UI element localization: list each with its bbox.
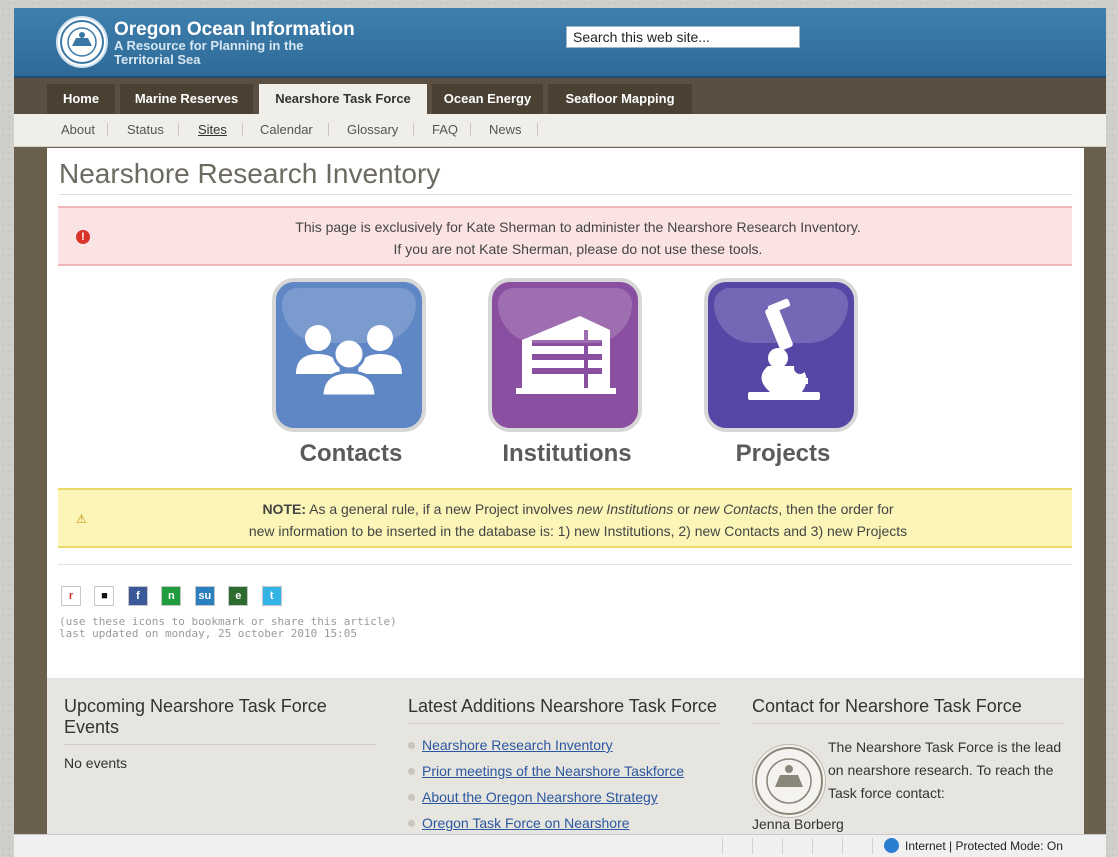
latest-column: Latest Additions Nearshore Task Force Ne…	[408, 696, 720, 836]
note-part-1: As a general rule, if a new Project invo…	[306, 501, 577, 517]
tab-nearshore-task-force[interactable]: Nearshore Task Force	[259, 84, 427, 114]
site-subtitle: A Resource for Planning in the Territori…	[114, 38, 304, 67]
note-line-2: new information to be inserted in the da…	[248, 523, 908, 539]
projects-tile-icon-box[interactable]	[704, 278, 858, 432]
main-nav: Home Marine Reserves Nearshore Task Forc…	[14, 78, 1106, 114]
share-icons: r ■ f n su e t	[61, 586, 291, 606]
contact-heading: Contact for Nearshore Task Force	[752, 696, 1064, 724]
contacts-tile[interactable]: Contacts	[272, 278, 430, 468]
contact-column: Contact for Nearshore Task Force The Nea…	[752, 696, 1064, 832]
tab-marine-reserves[interactable]: Marine Reserves	[120, 84, 253, 114]
building-icon	[516, 316, 616, 394]
warning-alert: ! This page is exclusively for Kate Sher…	[58, 206, 1072, 266]
page-title: Nearshore Research Inventory	[59, 158, 441, 189]
list-item: Oregon Task Force on Nearshore	[408, 810, 720, 836]
note-emphasis-1: new Institutions	[576, 501, 674, 517]
alert-line-2: If you are not Kate Sherman, please do n…	[393, 241, 763, 257]
share-notes: (use these icons to bookmark or share th…	[59, 616, 397, 640]
latest-links: Nearshore Research Inventory Prior meeti…	[408, 732, 720, 836]
note-emphasis-2: new Contacts	[693, 501, 779, 517]
browser-status-bar: Internet | Protected Mode: On	[14, 834, 1106, 857]
site-title[interactable]: Oregon Ocean Information	[114, 20, 355, 40]
latest-heading: Latest Additions Nearshore Task Force	[408, 696, 720, 724]
note-box: ⚠ NOTE: As a general rule, if a new Proj…	[58, 488, 1072, 548]
events-heading: Upcoming Nearshore Task Force Events	[64, 696, 376, 745]
stumbleupon-icon[interactable]: su	[194, 586, 215, 606]
status-divider	[782, 838, 783, 854]
delicious-icon[interactable]: ■	[94, 586, 115, 606]
subnav-divider	[107, 123, 108, 136]
status-divider	[872, 838, 873, 854]
list-item: Nearshore Research Inventory	[408, 732, 720, 758]
institutions-label[interactable]: Institutions	[488, 440, 646, 468]
contacts-tile-icon-box[interactable]	[272, 278, 426, 432]
note-text: NOTE: As a general rule, if a new Projec…	[118, 498, 1038, 542]
note-line-1: NOTE: As a general rule, if a new Projec…	[118, 498, 1038, 520]
subnav-glossary[interactable]: Glossary	[347, 122, 398, 137]
newsvine-icon[interactable]: n	[161, 586, 182, 606]
facebook-icon[interactable]: f	[127, 586, 148, 606]
contacts-label[interactable]: Contacts	[272, 440, 430, 468]
latest-link[interactable]: About the Oregon Nearshore Strategy	[422, 789, 658, 805]
institutions-tile[interactable]: Institutions	[488, 278, 646, 468]
microscope-icon	[748, 298, 820, 400]
tab-seafloor-mapping[interactable]: Seafloor Mapping	[548, 84, 692, 114]
projects-label[interactable]: Projects	[704, 440, 862, 468]
main-content: Nearshore Research Inventory ! This page…	[47, 148, 1084, 678]
note-label: NOTE:	[262, 501, 306, 517]
status-divider	[722, 838, 723, 854]
people-icon	[296, 325, 402, 398]
latest-link[interactable]: Prior meetings of the Nearshore Taskforc…	[422, 763, 684, 779]
subnav-divider	[328, 123, 329, 136]
error-icon: !	[76, 230, 90, 244]
subnav-calendar[interactable]: Calendar	[260, 122, 313, 137]
tab-ocean-energy[interactable]: Ocean Energy	[432, 84, 543, 114]
events-empty-text: No events	[64, 755, 128, 771]
note-part-2: or	[673, 501, 694, 517]
subnav-divider	[470, 123, 471, 136]
site-header: Oregon Ocean Information A Resource for …	[14, 8, 1106, 78]
contact-name: Jenna Borberg	[752, 816, 844, 832]
subnav-faq[interactable]: FAQ	[432, 122, 458, 137]
last-updated: last updated on monday, 25 october 2010 …	[59, 627, 358, 640]
latest-link[interactable]: Nearshore Research Inventory	[422, 737, 613, 753]
list-item: About the Oregon Nearshore Strategy	[408, 784, 720, 810]
subnav-divider	[242, 123, 243, 136]
contact-text: The Nearshore Task Force is the lead on …	[828, 739, 1062, 801]
browser-page: Oregon Ocean Information A Resource for …	[14, 8, 1106, 856]
footer: Upcoming Nearshore Task Force Events No …	[47, 678, 1084, 856]
globe-icon	[884, 838, 899, 853]
status-divider	[752, 838, 753, 854]
tab-home[interactable]: Home	[47, 84, 115, 114]
sub-nav: About Status Sites Calendar Glossary FAQ…	[14, 114, 1106, 147]
content-divider	[58, 564, 1072, 565]
title-divider	[59, 194, 1073, 195]
alert-text: This page is exclusively for Kate Sherma…	[118, 216, 1038, 260]
list-item: Prior meetings of the Nearshore Taskforc…	[408, 758, 720, 784]
events-column: Upcoming Nearshore Task Force Events No …	[64, 696, 376, 771]
subnav-news[interactable]: News	[489, 122, 522, 137]
subnav-status[interactable]: Status	[127, 122, 164, 137]
site-search-input[interactable]	[566, 26, 800, 48]
status-divider	[812, 838, 813, 854]
subnav-divider	[413, 123, 414, 136]
institutions-tile-icon-box[interactable]	[488, 278, 642, 432]
evernote-icon[interactable]: e	[228, 586, 249, 606]
security-zone-text[interactable]: Internet | Protected Mode: On	[905, 839, 1063, 853]
technorati-icon[interactable]: t	[261, 586, 282, 606]
projects-tile[interactable]: Projects	[704, 278, 862, 468]
reddit-icon[interactable]: r	[61, 586, 81, 606]
subnav-divider	[178, 123, 179, 136]
subnav-divider	[537, 123, 538, 136]
warning-triangle-icon: ⚠	[76, 512, 87, 526]
oregon-seal-logo[interactable]	[56, 16, 108, 68]
oregon-seal-image	[752, 744, 826, 818]
note-part-3: , then the order for	[778, 501, 894, 517]
subnav-about[interactable]: About	[61, 122, 95, 137]
status-divider	[842, 838, 843, 854]
alert-line-1: This page is exclusively for Kate Sherma…	[295, 219, 861, 235]
subnav-sites[interactable]: Sites	[198, 122, 227, 137]
latest-link[interactable]: Oregon Task Force on Nearshore	[422, 815, 630, 831]
